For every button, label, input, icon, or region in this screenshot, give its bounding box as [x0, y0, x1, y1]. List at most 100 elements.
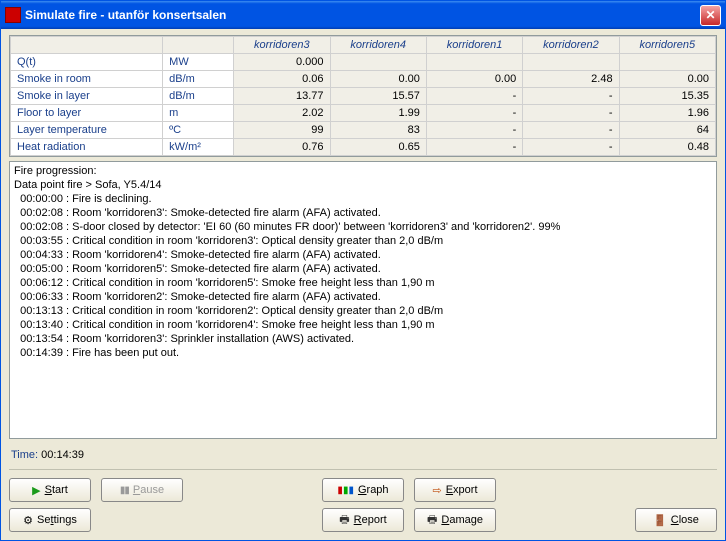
report-button[interactable]: 🖶 Report	[322, 508, 404, 532]
cell: 15.57	[330, 88, 426, 105]
settings-button-label-pre: Se	[37, 514, 50, 526]
row-unit: dB/m	[163, 88, 234, 105]
graph-button-label-first: G	[358, 484, 367, 496]
cell: 0.65	[330, 139, 426, 156]
export-button[interactable]: ⇨ Export	[414, 478, 496, 502]
pause-icon: ▮▮	[120, 485, 129, 496]
settings-button-label-rest: tings	[54, 514, 77, 526]
export-button-label-first: E	[446, 484, 453, 496]
cell: 2.48	[523, 71, 619, 88]
cell	[426, 54, 522, 71]
graph-button-label-rest: raph	[367, 484, 389, 496]
content-area: korridoren3 korridoren4 korridoren1 korr…	[1, 29, 725, 445]
cell: 0.000	[234, 54, 330, 71]
start-button[interactable]: ▶ Start	[9, 478, 91, 502]
table-row: Floor to layer m 2.02 1.99 - - 1.96	[11, 105, 716, 122]
start-button-label-rest: tart	[52, 484, 68, 496]
export-button-label-rest: xport	[453, 484, 477, 496]
door-icon: 🚪	[653, 514, 667, 527]
table-row: Q(t) MW 0.000	[11, 54, 716, 71]
header-blank	[11, 37, 163, 54]
printer-icon: 🖶	[339, 511, 349, 530]
time-label: Time:	[11, 449, 41, 461]
cell: -	[426, 139, 522, 156]
results-table: korridoren3 korridoren4 korridoren1 korr…	[10, 36, 716, 156]
cell	[330, 54, 426, 71]
report-button-label-first: R	[354, 514, 362, 526]
row-label: Q(t)	[11, 54, 163, 71]
footer: Time: 00:14:39 ▶ Start ▮▮ Pause ⚙	[1, 445, 725, 540]
header-unit-blank	[163, 37, 234, 54]
button-panel: ▶ Start ▮▮ Pause ⚙ Settings	[9, 478, 717, 532]
printer-icon: 🖶	[427, 511, 437, 530]
pause-button-label-rest: ause	[140, 484, 164, 496]
report-button-label-rest: eport	[362, 514, 387, 526]
cell: -	[523, 105, 619, 122]
cell: -	[523, 122, 619, 139]
damage-button[interactable]: 🖶 Damage	[414, 508, 496, 532]
col-header: korridoren1	[426, 37, 522, 54]
settings-button[interactable]: ⚙ Settings	[9, 508, 91, 532]
damage-button-label-rest: amage	[449, 514, 483, 526]
col-header: korridoren2	[523, 37, 619, 54]
start-button-label-first: S	[45, 484, 52, 496]
row-label: Heat radiation	[11, 139, 163, 156]
cell: 15.35	[619, 88, 715, 105]
table-row: Smoke in room dB/m 0.06 0.00 0.00 2.48 0…	[11, 71, 716, 88]
time-readout: Time: 00:14:39	[9, 445, 717, 470]
col-header: korridoren4	[330, 37, 426, 54]
cell: -	[523, 88, 619, 105]
pause-button[interactable]: ▮▮ Pause	[101, 478, 183, 502]
app-icon	[5, 7, 21, 23]
row-unit: ºC	[163, 122, 234, 139]
cell	[619, 54, 715, 71]
progression-log[interactable]: Fire progression: Data point fire > Sofa…	[9, 161, 717, 439]
cell: 0.00	[619, 71, 715, 88]
cell: 2.02	[234, 105, 330, 122]
cell: -	[426, 88, 522, 105]
row-label: Smoke in layer	[11, 88, 163, 105]
row-label: Floor to layer	[11, 105, 163, 122]
table-row: Heat radiation kW/m² 0.76 0.65 - - 0.48	[11, 139, 716, 156]
close-button-label-first: C	[671, 514, 679, 526]
graph-button[interactable]: ▮▮▮ Graph	[322, 478, 404, 502]
cell: 0.00	[426, 71, 522, 88]
col-header: korridoren3	[234, 37, 330, 54]
cell: 83	[330, 122, 426, 139]
cell: -	[523, 139, 619, 156]
window-title: Simulate fire - utanför konsertsalen	[25, 8, 700, 22]
time-value: 00:14:39	[41, 449, 84, 461]
table-header-row: korridoren3 korridoren4 korridoren1 korr…	[11, 37, 716, 54]
settings-icon: ⚙	[23, 514, 33, 527]
row-label: Layer temperature	[11, 122, 163, 139]
table-row: Smoke in layer dB/m 13.77 15.57 - - 15.3…	[11, 88, 716, 105]
cell: 0.00	[330, 71, 426, 88]
cell: 1.96	[619, 105, 715, 122]
col-header: korridoren5	[619, 37, 715, 54]
results-table-container: korridoren3 korridoren4 korridoren1 korr…	[9, 35, 717, 157]
cell: -	[426, 122, 522, 139]
cell: 0.76	[234, 139, 330, 156]
cell: -	[426, 105, 522, 122]
chart-icon: ▮▮▮	[337, 485, 354, 496]
cell: 99	[234, 122, 330, 139]
titlebar: Simulate fire - utanför konsertsalen ✕	[1, 1, 725, 29]
cell: 64	[619, 122, 715, 139]
row-unit: kW/m²	[163, 139, 234, 156]
row-unit: dB/m	[163, 71, 234, 88]
cell: 0.48	[619, 139, 715, 156]
cell: 1.99	[330, 105, 426, 122]
export-icon: ⇨	[432, 484, 441, 497]
row-label: Smoke in room	[11, 71, 163, 88]
row-unit: m	[163, 105, 234, 122]
close-button-label-rest: lose	[679, 514, 699, 526]
close-button[interactable]: 🚪 Close	[635, 508, 717, 532]
cell	[523, 54, 619, 71]
table-row: Layer temperature ºC 99 83 - - 64	[11, 122, 716, 139]
app-window: Simulate fire - utanför konsertsalen ✕ k…	[0, 0, 726, 541]
cell: 13.77	[234, 88, 330, 105]
row-unit: MW	[163, 54, 234, 71]
window-close-button[interactable]: ✕	[700, 5, 721, 26]
cell: 0.06	[234, 71, 330, 88]
play-icon: ▶	[32, 484, 40, 497]
